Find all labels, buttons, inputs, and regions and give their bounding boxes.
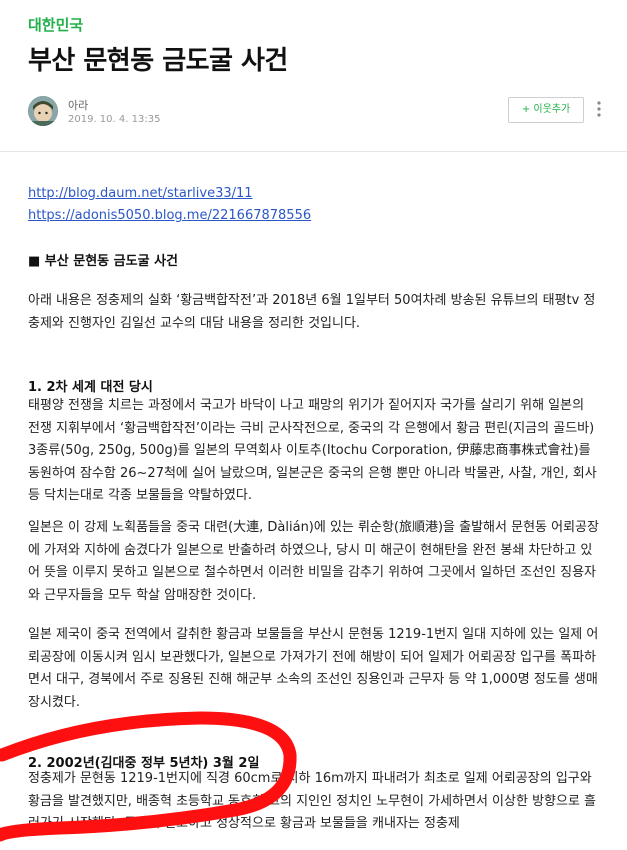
section1-title: 1. 2차 세계 대전 당시 [28,380,153,395]
source-link-1[interactable]: http://blog.daum.net/starlive33/11 [28,186,253,201]
post-category[interactable]: 대한민국 [28,14,83,35]
more-vertical-icon[interactable] [595,100,603,118]
avatar-icon [28,96,58,126]
author-name[interactable]: 아라 [68,97,88,113]
intro-paragraph: 아래 내용은 정충제의 실화 ‘황금백합작전’과 2018년 6월 1일부터 5… [28,293,596,331]
post-heading: ■ 부산 문현동 금도굴 사건 [28,254,178,269]
section1-paragraph-2: 일본은 이 강제 노획품들을 중국 대련(大連, Dàlián)에 있는 뤼순항… [28,520,599,603]
follow-button[interactable]: + 이웃추가 [508,97,584,123]
header-divider [0,151,627,152]
section2-paragraph-1: 정충제가 문현동 1219-1번지에 직경 60cm로 지하 16m까지 파내려… [28,771,597,831]
section1-paragraph-3: 일본 제국이 중국 전역에서 갈취한 황금과 보물들을 부산시 문현동 1219… [28,627,599,710]
source-link-2[interactable]: https://adonis5050.blog.me/221667878556 [28,208,311,223]
avatar[interactable] [28,96,58,126]
post-date: 2019. 10. 4. 13:35 [68,114,161,125]
post-title: 부산 문현동 금도굴 사건 [28,46,288,76]
section1-paragraph-1: 태평양 전쟁을 치르는 과정에서 국고가 바닥이 나고 패망의 위기가 짙어지자… [28,398,597,503]
